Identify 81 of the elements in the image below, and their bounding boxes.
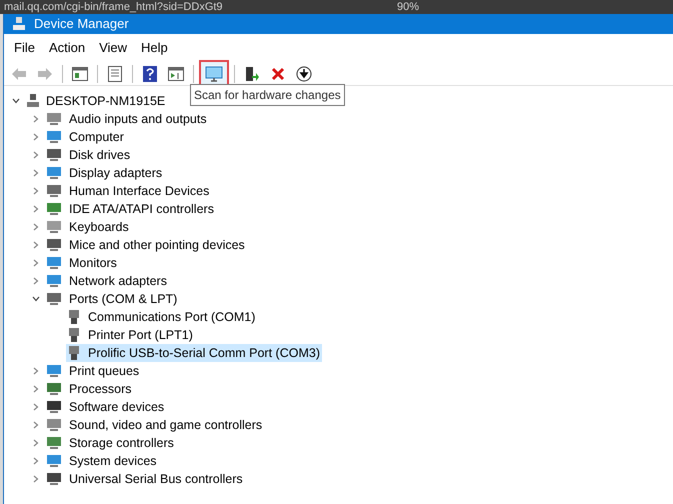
tree-item[interactable]: Display adapters [68,164,164,182]
chevron-right-icon[interactable] [32,241,40,249]
window-title: Device Manager [34,15,129,34]
tree-item[interactable]: Sound, video and game controllers [68,416,264,434]
chevron-down-icon[interactable] [12,97,20,105]
computer-icon [26,94,40,108]
device-icon [46,436,62,450]
device-icon [46,220,62,234]
window-icon [72,66,88,80]
device-icon [46,148,62,162]
device-icon [46,292,62,306]
device-icon [46,184,62,198]
device-icon [46,130,62,144]
chevron-right-icon[interactable] [32,259,40,267]
tree-item[interactable]: IDE ATA/ATAPI controllers [68,200,215,218]
chevron-right-icon[interactable] [32,421,40,429]
menu-item[interactable]: View [93,38,134,58]
device-arrow-icon [245,66,259,82]
tree-item[interactable]: Storage controllers [68,434,175,452]
down-arrow-circle-icon [296,66,312,82]
device-icon [46,166,62,180]
device-icon [46,400,62,414]
device-icon [46,256,62,270]
url-text: mail.qq.com/cgi-bin/frame_html?sid=DDxGt9 [4,0,223,14]
port-connector-icon [68,327,80,343]
chevron-right-icon[interactable] [32,151,40,159]
chevron-right-icon[interactable] [32,367,40,375]
chevron-right-icon[interactable] [32,169,40,177]
chevron-right-icon[interactable] [32,385,40,393]
tree-item[interactable]: Keyboards [68,218,130,236]
tree-item[interactable]: Print queues [68,362,140,380]
port-connector-icon [68,309,80,325]
back-arrow-icon [11,66,27,80]
monitor-icon [205,66,223,82]
chevron-right-icon[interactable] [32,115,40,123]
tree-item[interactable]: Universal Serial Bus controllers [68,470,244,488]
tree-item[interactable]: Human Interface Devices [68,182,210,200]
tree-item[interactable]: System devices [68,452,158,470]
menu-item[interactable]: File [8,38,41,58]
tree-item[interactable]: Network adapters [68,272,168,290]
device-icon [46,364,62,378]
tree-item[interactable]: Monitors [68,254,118,272]
zoom-text: 90% [396,0,419,14]
menu-item[interactable]: Action [42,38,92,58]
tree-item[interactable]: Communications Port (COM1) [88,308,256,326]
computer-icon [12,17,26,31]
tree-item[interactable]: Mice and other pointing devices [68,236,246,254]
chevron-right-icon[interactable] [32,205,40,213]
tree-item[interactable]: Audio inputs and outputs [68,110,208,128]
chevron-right-icon[interactable] [32,403,40,411]
device-icon [46,454,62,468]
device-icon [46,112,62,126]
help-icon [143,66,157,82]
menu-item[interactable]: Help [135,38,174,58]
chevron-right-icon[interactable] [32,475,40,483]
device-icon [46,418,62,432]
tree-item[interactable]: Processors [68,380,133,398]
chevron-right-icon[interactable] [32,457,40,465]
device-icon [46,238,62,252]
x-mark-icon [271,66,285,80]
tree-item[interactable]: Printer Port (LPT1) [88,326,193,344]
chevron-right-icon[interactable] [32,277,40,285]
device-icon [46,472,62,486]
tree-item[interactable]: Disk drives [68,146,132,164]
port-connector-icon [68,345,80,361]
panel-window-icon [168,66,184,80]
forward-arrow-icon [37,66,53,80]
tree-item[interactable]: DESKTOP-NM1915E [46,92,166,110]
tooltip: Scan for hardware changes [190,84,345,106]
device-icon [46,274,62,288]
device-icon [46,202,62,216]
chevron-right-icon[interactable] [32,223,40,231]
chevron-right-icon[interactable] [32,187,40,195]
tree-item[interactable]: Computer [68,128,125,146]
chevron-down-icon[interactable] [32,295,40,303]
chevron-right-icon[interactable] [32,439,40,447]
tree-item[interactable]: Ports (COM & LPT) [68,290,178,308]
chevron-right-icon[interactable] [32,133,40,141]
document-icon [108,66,122,82]
tree-item[interactable]: Software devices [68,398,166,416]
device-icon [46,382,62,396]
